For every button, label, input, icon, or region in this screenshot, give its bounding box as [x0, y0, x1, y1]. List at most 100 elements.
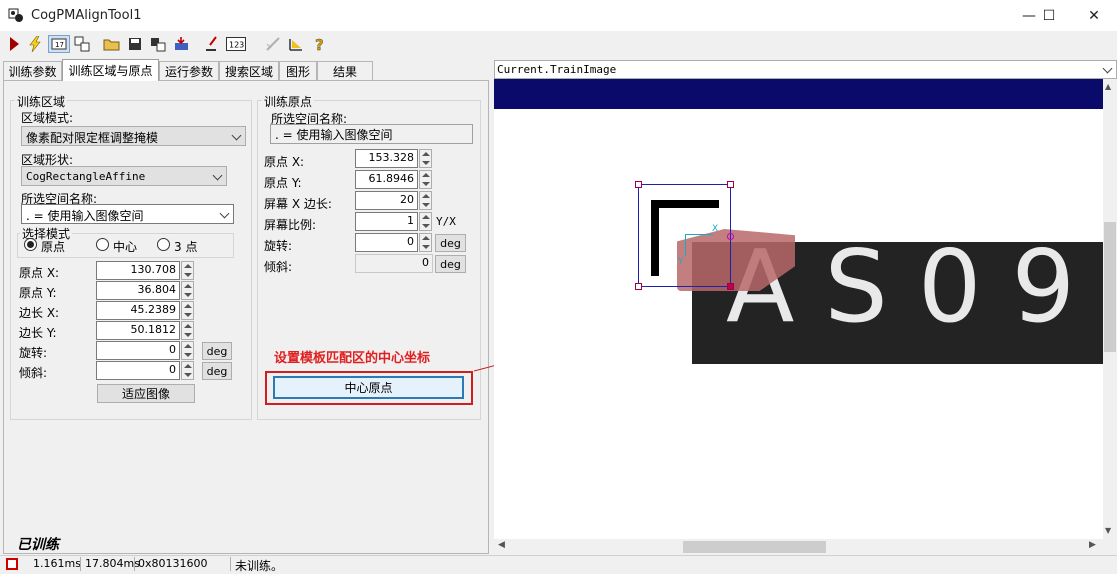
origin-x-axis-label: X	[712, 224, 719, 234]
region-tool-icon[interactable]	[73, 35, 91, 53]
status-time-2: 17.804ms	[85, 557, 140, 570]
title-bar	[0, 0, 1117, 31]
region-side-y-input[interactable]: 50.1812	[96, 321, 180, 340]
region-origin-x-spinner[interactable]	[181, 261, 194, 280]
tab-run-params[interactable]: 运行参数	[159, 61, 219, 80]
scroll-down-icon[interactable]: ▼	[1105, 526, 1111, 535]
roi-handle-rotate[interactable]	[727, 233, 734, 240]
close-button[interactable]: ✕	[1071, 0, 1117, 31]
region-rotation-input[interactable]: 0	[96, 341, 180, 360]
window-title: CogPMAlignTool1	[31, 8, 142, 23]
roi-handle-bottom-left[interactable]	[635, 283, 642, 290]
region-skew-unit-button[interactable]: deg	[202, 362, 232, 380]
measure-icon[interactable]	[287, 35, 305, 53]
horizontal-scroll-thumb[interactable]	[683, 541, 826, 553]
tab-results[interactable]: 结果	[317, 61, 373, 80]
radio-three-point-label: 3 点	[174, 240, 198, 254]
scroll-left-icon[interactable]: ◀	[498, 540, 505, 550]
open-folder-icon[interactable]	[103, 35, 121, 53]
screen-ratio-unit: Y/X	[436, 215, 456, 228]
radio-origin[interactable]	[24, 238, 37, 251]
origin-rotation-input[interactable]: 0	[355, 233, 418, 252]
screen-ratio-input[interactable]: 1	[355, 212, 418, 231]
region-space-dropdown[interactable]: . = 使用输入图像空间	[21, 204, 234, 224]
fit-image-button[interactable]: 适应图像	[97, 384, 195, 403]
region-shape-dropdown[interactable]: CogRectangleAffine	[21, 166, 227, 186]
tab-train-params[interactable]: 训练参数	[3, 61, 62, 80]
roi-handle-bottom-right[interactable]	[727, 283, 734, 290]
region-origin-y-label: 原点 Y:	[19, 286, 57, 300]
origin-y-spinner[interactable]	[419, 170, 432, 189]
region-mode-value: 像素配对限定框调整掩模	[26, 131, 159, 145]
screen-x-side-input[interactable]: 20	[355, 191, 418, 210]
origin-y-axis-label: Y	[678, 257, 684, 267]
region-origin-x-input[interactable]: 130.708	[96, 261, 180, 280]
region-origin-y-spinner[interactable]	[181, 281, 194, 300]
origin-y-label: 原点 Y:	[264, 176, 302, 190]
image-source-icon[interactable]	[149, 35, 167, 53]
image-header-band	[494, 79, 1103, 109]
region-rotation-spinner[interactable]	[181, 341, 194, 360]
radio-three-point[interactable]	[157, 238, 170, 251]
chevron-down-icon	[231, 130, 242, 141]
scroll-up-icon[interactable]: ▲	[1105, 82, 1111, 91]
region-origin-x-label: 原点 X:	[19, 266, 60, 280]
edit-disabled-icon[interactable]	[264, 35, 282, 53]
screen-ratio-label: 屏幕比例:	[264, 218, 317, 232]
svg-text:123: 123	[229, 41, 244, 50]
status-separator	[80, 557, 81, 571]
status-indicator-icon	[6, 558, 18, 570]
tab-train-region-origin[interactable]: 训练区域与原点	[62, 59, 159, 81]
region-shape-value: CogRectangleAffine	[26, 170, 146, 183]
region-mode-label: 区域模式:	[21, 111, 74, 125]
region-skew-input[interactable]: 0	[96, 361, 180, 380]
region-side-x-input[interactable]: 45.2389	[96, 301, 180, 320]
region-origin-y-input[interactable]: 36.804	[96, 281, 180, 300]
region-side-x-label: 边长 X:	[19, 306, 60, 320]
vertical-scroll-thumb[interactable]	[1104, 222, 1116, 352]
radio-center[interactable]	[96, 238, 109, 251]
origin-y-axis	[685, 234, 686, 256]
status-separator	[230, 557, 231, 571]
origin-rotation-spinner[interactable]	[419, 233, 432, 252]
scroll-right-icon[interactable]: ▶	[1089, 540, 1096, 550]
region-space-value: . = 使用输入图像空间	[26, 209, 144, 223]
origin-skew-unit-button[interactable]: deg	[435, 255, 466, 273]
save-icon[interactable]	[126, 35, 144, 53]
region-mode-dropdown[interactable]: 像素配对限定框调整掩模	[21, 126, 246, 146]
center-origin-button[interactable]: 中心原点	[273, 376, 464, 399]
electric-icon[interactable]	[203, 35, 221, 53]
origin-rotation-label: 旋转:	[264, 239, 293, 253]
maximize-button[interactable]: ☐	[1026, 0, 1072, 31]
tab-graphics[interactable]: 图形	[279, 61, 317, 80]
counter-123-icon[interactable]: 123	[226, 35, 246, 53]
lightning-icon[interactable]	[26, 35, 44, 53]
show-image-icon[interactable]: 17	[48, 35, 70, 53]
region-rotation-unit-button[interactable]: deg	[202, 342, 232, 360]
train-region-title: 训练区域	[15, 93, 68, 110]
run-icon[interactable]	[5, 35, 23, 53]
origin-y-input[interactable]: 61.8946	[355, 170, 418, 189]
chevron-down-icon	[212, 170, 223, 181]
region-rotation-label: 旋转:	[19, 346, 48, 360]
image-selector[interactable]: Current.TrainImage	[494, 60, 1117, 79]
origin-space-field: . = 使用输入图像空间	[270, 124, 473, 144]
origin-x-input[interactable]: 153.328	[355, 149, 418, 168]
region-side-x-spinner[interactable]	[181, 301, 194, 320]
region-skew-spinner[interactable]	[181, 361, 194, 380]
tab-search-region[interactable]: 搜索区域	[219, 61, 279, 80]
origin-x-spinner[interactable]	[419, 149, 432, 168]
roi-handle-top-left[interactable]	[635, 181, 642, 188]
origin-rotation-unit-button[interactable]: deg	[435, 234, 466, 252]
screen-x-side-spinner[interactable]	[419, 191, 432, 210]
app-icon	[8, 8, 23, 22]
import-icon[interactable]	[172, 35, 190, 53]
region-side-y-spinner[interactable]	[181, 321, 194, 340]
screen-ratio-spinner[interactable]	[419, 212, 432, 231]
help-icon[interactable]: ?	[311, 35, 329, 53]
screen-x-side-label: 屏幕 X 边长:	[264, 197, 332, 211]
roi-handle-top-right[interactable]	[727, 181, 734, 188]
origin-skew-label: 倾斜:	[264, 260, 293, 274]
origin-x-axis	[685, 234, 713, 235]
image-canvas[interactable]: AS09 X Y	[494, 79, 1103, 539]
